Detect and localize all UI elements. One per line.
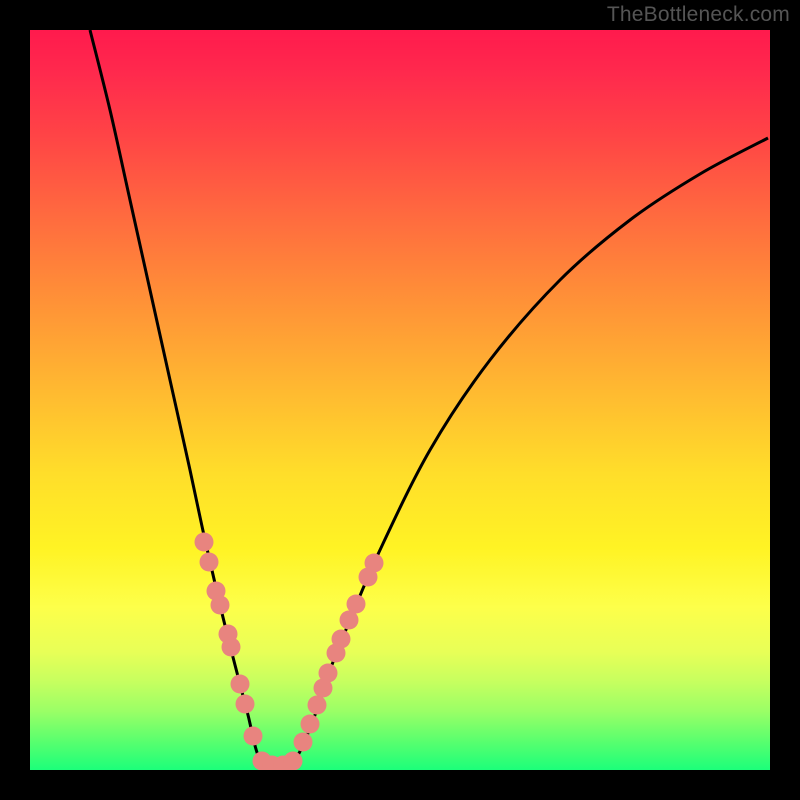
- marker-dot: [284, 752, 303, 771]
- marker-dot: [294, 733, 313, 752]
- marker-group: [195, 533, 384, 771]
- marker-dot: [301, 715, 320, 734]
- marker-dot: [236, 695, 255, 714]
- marker-dot: [308, 696, 327, 715]
- watermark-text: TheBottleneck.com: [607, 3, 790, 27]
- plot-area: [30, 30, 770, 770]
- marker-dot: [332, 630, 351, 649]
- marker-dot: [200, 553, 219, 572]
- bottleneck-curve-path: [90, 30, 768, 765]
- marker-dot: [244, 727, 263, 746]
- outer-black-frame: TheBottleneck.com: [0, 0, 800, 800]
- bottleneck-curve-svg: [30, 30, 770, 770]
- marker-dot: [195, 533, 214, 552]
- marker-dot: [365, 554, 384, 573]
- marker-dot: [231, 675, 250, 694]
- marker-dot: [319, 664, 338, 683]
- marker-dot: [211, 596, 230, 615]
- marker-dot: [222, 638, 241, 657]
- marker-dot: [347, 595, 366, 614]
